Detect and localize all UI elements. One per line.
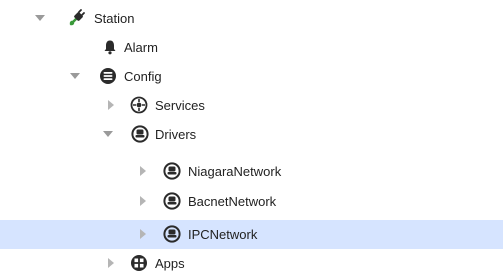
tree-node-apps[interactable]: Apps — [0, 250, 503, 274]
tree-node-station[interactable]: Station — [0, 4, 503, 33]
tree-node-label: Apps — [155, 256, 185, 271]
tree-node-niagara-network[interactable]: NiagaraNetwork — [0, 157, 503, 186]
apps-icon — [130, 254, 148, 272]
tree-node-label: IPCNetwork — [188, 227, 258, 242]
tree-node-config[interactable]: Config — [0, 62, 503, 91]
chevron-right-icon[interactable] — [137, 195, 149, 207]
tree-node-drivers[interactable]: Drivers — [0, 120, 503, 149]
chevron-right-icon[interactable] — [105, 99, 117, 111]
chevron-right-icon[interactable] — [105, 257, 117, 269]
tree-node-ipc-network[interactable]: IPCNetwork — [0, 220, 503, 249]
tree-node-label: NiagaraNetwork — [188, 164, 282, 179]
database-icon — [99, 67, 117, 85]
bell-icon — [101, 38, 119, 56]
station-plug-icon — [68, 9, 86, 27]
tree-node-label: Config — [124, 69, 162, 84]
chevron-right-icon[interactable] — [137, 165, 149, 177]
network-icon — [163, 225, 181, 243]
tree-node-label: Station — [94, 11, 135, 26]
chevron-right-icon[interactable] — [137, 228, 149, 240]
nav-tree: Station Alarm Config Services Drivers Ni… — [0, 0, 503, 274]
tree-node-label: Drivers — [155, 127, 197, 142]
tree-node-label: Services — [155, 98, 205, 113]
chevron-down-icon[interactable] — [102, 128, 114, 140]
network-icon — [163, 192, 181, 210]
tree-node-label: Alarm — [124, 40, 158, 55]
chevron-down-icon[interactable] — [69, 70, 81, 82]
tree-node-bacnet-network[interactable]: BacnetNetwork — [0, 187, 503, 216]
driver-icon — [131, 125, 149, 143]
tree-node-label: BacnetNetwork — [188, 194, 277, 209]
tree-node-services[interactable]: Services — [0, 91, 503, 120]
services-icon — [130, 96, 148, 114]
chevron-down-icon[interactable] — [34, 12, 46, 24]
tree-node-alarm[interactable]: Alarm — [0, 33, 503, 62]
network-icon — [163, 162, 181, 180]
